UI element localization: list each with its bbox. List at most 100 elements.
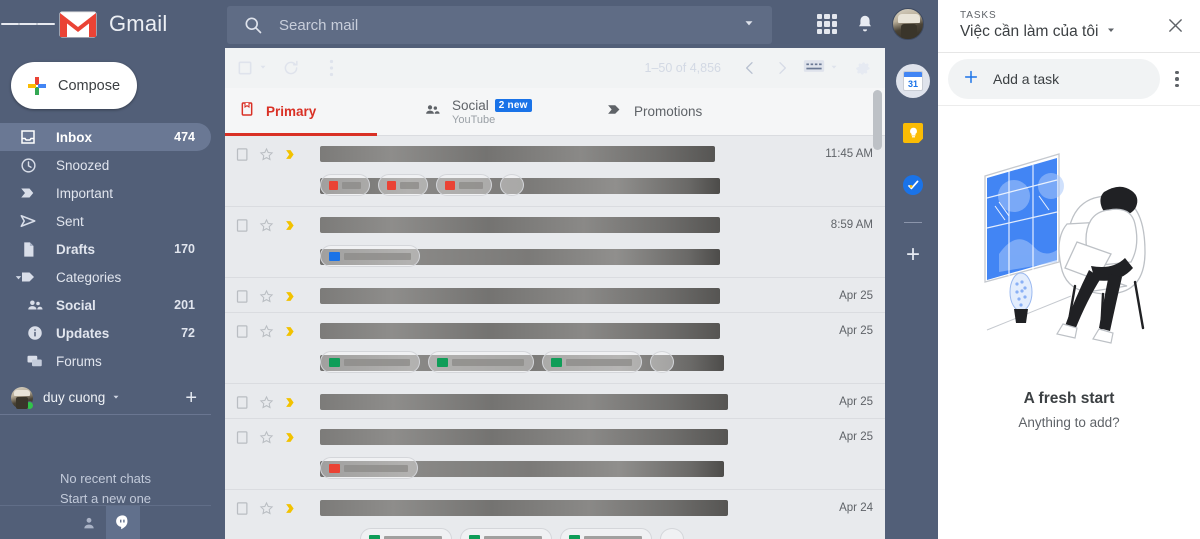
star-outline-icon[interactable] xyxy=(259,147,274,167)
avatar[interactable] xyxy=(892,8,924,40)
checkbox-icon[interactable] xyxy=(235,501,250,521)
sidebar-item-categories[interactable]: Categories xyxy=(0,263,211,291)
attachment-chip-more[interactable] xyxy=(650,351,674,373)
sheet-file-icon xyxy=(469,534,480,539)
important-marker-icon[interactable] xyxy=(283,324,298,344)
checkbox-icon[interactable] xyxy=(235,289,250,309)
checkbox-icon[interactable] xyxy=(235,430,250,450)
chevron-down-icon[interactable] xyxy=(742,16,756,35)
table-row[interactable]: Apr 24 xyxy=(225,490,885,539)
sidebar-item-social[interactable]: Social 201 xyxy=(0,291,211,319)
hamburger-icon[interactable] xyxy=(0,0,56,48)
empty-state-title: A fresh start xyxy=(1023,390,1115,407)
star-outline-icon[interactable] xyxy=(259,218,274,238)
plus-icon[interactable]: + xyxy=(185,388,197,408)
table-row[interactable]: Apr 25 xyxy=(225,278,885,313)
table-row[interactable]: Apr 25 xyxy=(225,384,885,419)
chevron-down-icon[interactable] xyxy=(258,59,268,77)
star-outline-icon[interactable] xyxy=(259,324,274,344)
chat-user-row[interactable]: duy cuong + xyxy=(0,381,211,415)
important-marker-icon[interactable] xyxy=(283,501,298,521)
checkbox-icon[interactable] xyxy=(235,395,250,415)
attachment-chip[interactable] xyxy=(378,174,428,196)
attachment-chip[interactable] xyxy=(560,528,652,539)
search-input[interactable]: Search mail xyxy=(227,6,772,44)
apps-grid-icon[interactable] xyxy=(816,13,838,35)
sidebar-item-sent[interactable]: Sent xyxy=(0,207,211,235)
attachment-chip[interactable] xyxy=(360,528,452,539)
important-marker-icon[interactable] xyxy=(283,395,298,415)
gear-icon[interactable] xyxy=(845,48,879,88)
add-task-button[interactable]: Add a task xyxy=(948,59,1160,99)
chevron-left-icon[interactable] xyxy=(735,48,765,88)
attachment-chip[interactable] xyxy=(320,245,420,267)
google-calendar-icon[interactable]: 31 xyxy=(896,64,930,98)
table-row[interactable]: 11:45 AM xyxy=(225,136,885,207)
checkbox-icon[interactable] xyxy=(235,147,250,167)
table-row[interactable]: Apr 25 xyxy=(225,419,885,490)
input-tools-button[interactable] xyxy=(799,58,843,79)
person-reading-in-chair-illustration xyxy=(959,134,1179,384)
google-keep-icon[interactable] xyxy=(896,116,930,150)
close-icon[interactable] xyxy=(1160,10,1190,40)
attachment-chip[interactable] xyxy=(320,457,418,479)
chevron-down-icon[interactable] xyxy=(11,272,25,283)
hangouts-chat-icon[interactable] xyxy=(105,505,140,539)
select-all-checkbox[interactable] xyxy=(225,48,271,88)
attachment-chip[interactable] xyxy=(320,351,420,373)
plus-icon xyxy=(963,69,979,90)
scrollbar-thumb[interactable] xyxy=(873,90,882,150)
sheet-file-icon xyxy=(569,534,580,539)
avatar xyxy=(11,386,34,410)
label-icon xyxy=(0,268,56,286)
sidebar-item-important[interactable]: Important xyxy=(0,179,211,207)
keep-glyph xyxy=(903,123,923,143)
important-marker-icon[interactable] xyxy=(283,147,298,167)
tab-promotions[interactable]: Promotions xyxy=(592,88,772,135)
tab-social[interactable]: Social 2 new YouTube xyxy=(410,88,592,135)
attachment-chip[interactable] xyxy=(460,528,552,539)
more-vert-icon[interactable] xyxy=(311,48,351,88)
important-marker-icon[interactable] xyxy=(283,430,298,450)
contacts-icon[interactable] xyxy=(72,506,106,539)
tab-primary[interactable]: Primary xyxy=(225,88,410,136)
star-outline-icon[interactable] xyxy=(259,395,274,415)
checkbox-icon[interactable] xyxy=(235,218,250,238)
attachment-chip[interactable] xyxy=(320,174,370,196)
sidebar-item-forums[interactable]: Forums xyxy=(0,347,211,375)
table-row[interactable]: 8:59 AM xyxy=(225,207,885,278)
table-row[interactable]: Apr 25 xyxy=(225,313,885,384)
chevron-down-icon[interactable] xyxy=(829,59,839,77)
refresh-icon[interactable] xyxy=(271,48,311,88)
tasks-list-selector[interactable]: Việc cần làm của tôi xyxy=(960,23,1160,41)
sidebar-item-snoozed[interactable]: Snoozed xyxy=(0,151,211,179)
star-outline-icon[interactable] xyxy=(259,289,274,309)
list-scrollbar[interactable] xyxy=(873,88,882,539)
checkbox-icon[interactable] xyxy=(235,324,250,344)
chevron-right-icon[interactable] xyxy=(767,48,797,88)
sidebar-item-drafts[interactable]: Drafts 170 xyxy=(0,235,211,263)
plus-icon[interactable]: + xyxy=(906,243,920,267)
attachment-chip-more[interactable] xyxy=(660,528,684,539)
bell-icon[interactable] xyxy=(852,11,878,37)
gmail-m-icon xyxy=(58,9,98,39)
attachment-chip[interactable] xyxy=(436,174,492,196)
attachment-chip-more[interactable] xyxy=(500,174,524,196)
google-tasks-icon[interactable] xyxy=(896,168,930,202)
important-marker-icon[interactable] xyxy=(283,218,298,238)
gmail-logo[interactable]: Gmail xyxy=(58,9,167,39)
chevron-down-icon[interactable] xyxy=(1105,23,1117,41)
attachment-chip[interactable] xyxy=(542,351,642,373)
tasks-panel: TASKS Việc cần làm của tôi Add a task A … xyxy=(938,0,1200,539)
important-marker-icon[interactable] xyxy=(283,289,298,309)
attachment-chip[interactable] xyxy=(428,351,534,373)
more-vert-icon[interactable] xyxy=(1160,59,1194,99)
sidebar-item-updates[interactable]: Updates 72 xyxy=(0,319,211,347)
chevron-down-icon[interactable] xyxy=(111,389,121,407)
star-outline-icon[interactable] xyxy=(259,430,274,450)
compose-button[interactable]: Compose xyxy=(11,62,137,109)
sidebar-item-inbox[interactable]: Inbox 474 xyxy=(0,123,211,151)
star-outline-icon[interactable] xyxy=(259,501,274,521)
tasks-action-bar: Add a task xyxy=(938,53,1200,106)
calendar-glyph: 31 xyxy=(903,71,923,91)
